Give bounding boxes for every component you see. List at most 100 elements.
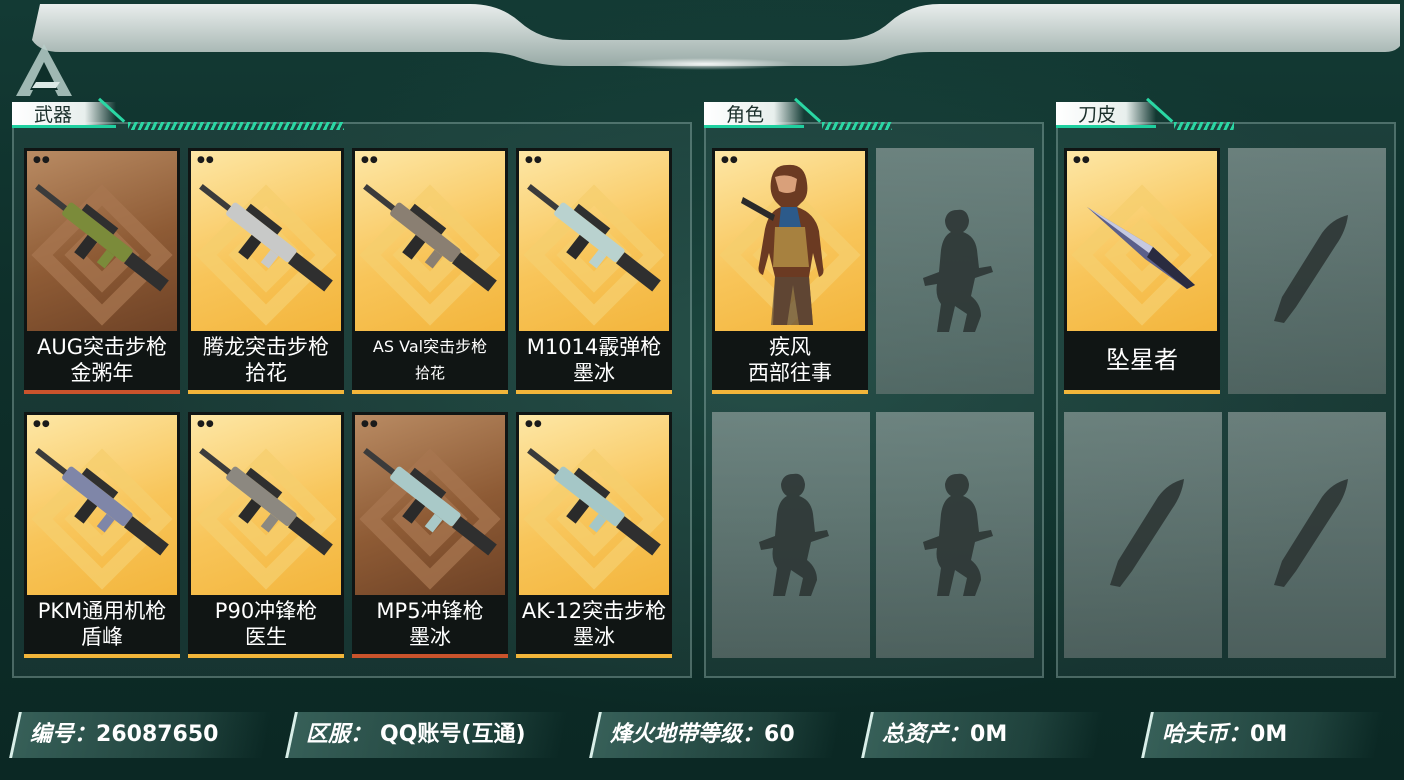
weapon-skin: 盾峰 (81, 625, 123, 649)
rarity-strip (352, 390, 508, 394)
weapon-skin: 拾花 (245, 361, 287, 385)
card-dots: ●● (197, 419, 215, 429)
operator-silhouette-icon (923, 473, 993, 596)
weapon-card[interactable]: ●● AK-12突击步枪 墨冰 (516, 412, 672, 658)
weapon-name: AS Val突击步枪 (372, 337, 488, 356)
game-logo-icon (16, 44, 72, 96)
weapon-name: MP5冲锋枪 (376, 599, 484, 623)
info-assets-value: 0M (970, 722, 1008, 747)
character-card[interactable]: ●● 疾风 西部往事 (712, 148, 868, 394)
knife-silhouette-icon (1110, 479, 1184, 587)
weapon-skin: 金粥年 (70, 361, 134, 385)
character-art: ●● (715, 151, 865, 331)
weapon-card[interactable]: ●● AUG突击步枪 金粥年 (24, 148, 180, 394)
empty-character-slot[interactable] (876, 412, 1034, 658)
info-id-label: 编号： (30, 722, 97, 747)
empty-knife-slot[interactable] (1228, 148, 1386, 394)
info-server: 区服： QQ账号(互通) (285, 712, 576, 758)
info-coins: 哈夫币：0M (1141, 712, 1392, 758)
operator-silhouette-icon (923, 209, 993, 332)
weapon-card[interactable]: ●● P90冲锋枪 医生 (188, 412, 344, 658)
weapon-art: ●● (355, 151, 505, 331)
empty-knife-slot[interactable] (1228, 412, 1386, 658)
weapons-section-title: 武器 (12, 102, 116, 128)
weapon-card[interactable]: ●● M1014霰弹枪 墨冰 (516, 148, 672, 394)
weapon-skin: 墨冰 (409, 625, 451, 649)
card-dots: ●● (33, 419, 51, 429)
knife-silhouette-icon (1274, 479, 1348, 587)
weapon-card[interactable]: ●● MP5冲锋枪 墨冰 (352, 412, 508, 658)
card-dots: ●● (361, 155, 379, 165)
rarity-strip (188, 390, 344, 394)
rarity-strip (188, 654, 344, 658)
knife-card[interactable]: ●● 坠星者 (1064, 148, 1220, 394)
weapon-art: ●● (27, 415, 177, 595)
card-dots: ●● (525, 419, 543, 429)
weapon-art: ●● (355, 415, 505, 595)
info-level-value: 60 (764, 722, 795, 747)
rarity-strip (24, 654, 180, 658)
rarity-strip (712, 390, 868, 394)
weapon-name: M1014霰弹枪 (526, 335, 662, 359)
weapon-card[interactable]: ●● 腾龙突击步枪 拾花 (188, 148, 344, 394)
weapon-label: M1014霰弹枪 墨冰 (516, 334, 672, 388)
weapon-name: 腾龙突击步枪 (203, 335, 329, 359)
rarity-strip (24, 390, 180, 394)
weapon-art: ●● (27, 151, 177, 331)
info-level-label: 烽火地带等级： (610, 722, 765, 747)
empty-knife-slot[interactable] (1064, 412, 1222, 658)
weapon-skin: 医生 (245, 625, 287, 649)
info-coin-value: 0M (1250, 722, 1288, 747)
info-server-label: 区服： (306, 722, 373, 747)
rarity-strip (1064, 390, 1220, 394)
weapon-card[interactable]: ●● AS Val突击步枪 拾花 (352, 148, 508, 394)
top-frame-decoration (32, 4, 1400, 70)
card-dots: ●● (197, 155, 215, 165)
knife-label: 坠星者 (1064, 334, 1220, 388)
weapon-card[interactable]: ●● PKM通用机枪 盾峰 (24, 412, 180, 658)
rarity-strip (516, 654, 672, 658)
operator-silhouette-icon (759, 473, 829, 596)
card-dots: ●● (525, 155, 543, 165)
card-dots: ●● (721, 155, 739, 165)
weapon-label: AUG突击步枪 金粥年 (24, 334, 180, 388)
weapon-label: MP5冲锋枪 墨冰 (352, 598, 508, 652)
info-id-value: 26087650 (96, 722, 219, 747)
knife-silhouette-icon (1274, 215, 1348, 323)
tab-stripes-decoration (1174, 122, 1234, 130)
weapon-skin: 拾花 (414, 364, 445, 382)
weapon-label: AK-12突击步枪 墨冰 (516, 598, 672, 652)
card-dots: ●● (33, 155, 51, 165)
rarity-strip (516, 390, 672, 394)
info-total-assets: 总资产：0M (861, 712, 1112, 758)
card-dots: ●● (361, 419, 379, 429)
character-name: 疾风 (769, 335, 811, 359)
info-coin-label: 哈夫币： (1162, 722, 1251, 747)
weapon-art: ●● (519, 415, 669, 595)
weapon-name: AK-12突击步枪 (521, 599, 667, 623)
info-account-id: 编号：26087650 (9, 712, 280, 758)
weapon-name: AUG突击步枪 (36, 335, 167, 359)
operator-portrait-icon (741, 164, 824, 325)
knife-blade-icon (1087, 207, 1195, 289)
knife-art: ●● (1067, 151, 1217, 331)
weapon-art: ●● (191, 151, 341, 331)
empty-character-slot[interactable] (876, 148, 1034, 394)
info-assets-label: 总资产： (882, 722, 971, 747)
weapon-label: AS Val突击步枪 拾花 (352, 334, 508, 388)
empty-character-slot[interactable] (712, 412, 870, 658)
weapon-name: P90冲锋枪 (214, 599, 318, 623)
rarity-strip (352, 654, 508, 658)
card-dots: ●● (1073, 155, 1091, 165)
inventory-screen: 武器 ●● AUG突击步枪 金粥年 ●● 腾龙突击步枪 拾花 ●● AS Val突击步枪 拾花 ●… (0, 0, 1404, 780)
tab-stripes-decoration (128, 122, 344, 130)
weapon-label: PKM通用机枪 盾峰 (24, 598, 180, 652)
character-label: 疾风 西部往事 (712, 334, 868, 388)
weapon-art: ●● (519, 151, 669, 331)
weapon-art: ●● (191, 415, 341, 595)
knives-section-title: 刀皮 (1056, 102, 1156, 128)
weapon-label: 腾龙突击步枪 拾花 (188, 334, 344, 388)
info-server-value: QQ账号(互通) (380, 722, 526, 747)
info-level: 烽火地带等级：60 (589, 712, 850, 758)
character-skin: 西部往事 (748, 361, 832, 385)
